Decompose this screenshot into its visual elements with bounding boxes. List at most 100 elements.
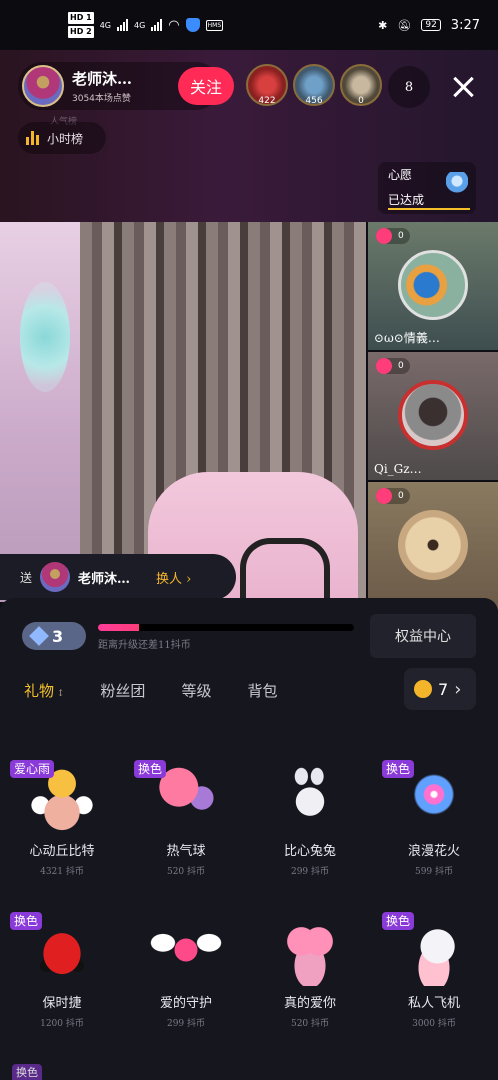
host-avatar[interactable]: [22, 65, 64, 107]
battery-icon: 92: [421, 19, 441, 31]
gift-name: 心动丘比特: [29, 844, 95, 859]
live-header: 老师沐… 3054本场点赞 关注 422 456 0 8 人气榜 小时榜 心愿 …: [0, 50, 498, 222]
hd-indicator: HD 1 HD 2: [68, 11, 94, 39]
gift-price: 299 抖币: [166, 1019, 206, 1029]
gift-count: 0: [398, 361, 404, 371]
live-video[interactable]: [0, 222, 366, 602]
tab-gifts[interactable]: 礼物: [24, 680, 64, 701]
viewer-avatar[interactable]: 0: [340, 64, 382, 106]
gift-item[interactable]: 爱心雨 心动丘比特 4321 抖币: [0, 756, 124, 906]
viewer-count-button[interactable]: 8: [388, 66, 430, 108]
rank-label: 小时榜: [47, 131, 84, 146]
recipient-avatar: [40, 562, 71, 592]
network-label-1: 4G: [99, 20, 111, 30]
love-wings-icon: [150, 914, 222, 986]
gift-item[interactable]: 换色 私人飞机 3000 抖币: [372, 908, 496, 1058]
gift-count: 0: [398, 491, 404, 501]
benefits-center-button[interactable]: 权益中心: [370, 614, 476, 658]
chevron-right-icon: ›: [454, 678, 462, 700]
host-likes: 3054本场点赞: [72, 94, 131, 104]
gift-price: 520 抖币: [290, 1019, 330, 1029]
gift-tag: 换色: [10, 912, 43, 930]
recipient-name: 老师沐…: [78, 571, 131, 587]
gift-count-badge: 0: [376, 488, 410, 504]
gift-price: 299 抖币: [290, 867, 330, 877]
gift-price: 1200 抖币: [40, 1019, 84, 1029]
gift-price: 3000 抖币: [412, 1019, 456, 1029]
clock: 3:27: [450, 17, 480, 33]
level-value: 3: [52, 626, 64, 646]
gift-icon: [376, 488, 392, 504]
viewer-score: 456: [305, 96, 323, 106]
gift-name: 爱的守护: [159, 996, 212, 1011]
video-chair-frame: [240, 538, 330, 598]
co-host-seat[interactable]: 0 Qi_Gz…: [368, 352, 498, 480]
host-name: 老师沐…: [72, 70, 133, 88]
co-host-avatar: [398, 510, 468, 580]
gift-name: 私人飞机: [407, 996, 460, 1011]
host-info[interactable]: 老师沐… 3054本场点赞 关注: [18, 62, 234, 110]
gift-tag: 换色: [134, 760, 167, 778]
gift-icon: [376, 228, 392, 244]
gift-tabs: 礼物 粉丝团 等级 背包: [24, 680, 277, 701]
tab-level[interactable]: 等级: [181, 680, 211, 701]
co-host-seat[interactable]: 0: [368, 482, 498, 610]
coin-balance: 7: [438, 679, 449, 699]
viewer-score: 0: [358, 96, 364, 106]
viewer-avatar[interactable]: 456: [293, 64, 335, 106]
send-to-bar: 送 老师沐… 换人 ›: [0, 554, 236, 600]
coin-balance-button[interactable]: 7 ›: [404, 668, 476, 710]
co-host-name: ⊙ω⊙情義…: [374, 331, 440, 345]
hd2-label: HD 2: [68, 26, 94, 38]
gift-name: 浪漫花火: [407, 844, 460, 859]
viewer-score: 422: [258, 96, 276, 106]
co-host-column: 0 ⊙ω⊙情義… 0 Qi_Gz… 0: [368, 222, 498, 610]
co-host-avatar: [398, 250, 468, 320]
status-bar: HD 1 HD 2 4G 4G ◠ HMS ✱ 🔕︎ 92 3:27: [0, 0, 498, 50]
gift-item[interactable]: 换色 浪漫花火 599 抖币: [372, 756, 496, 906]
gift-price: 599 抖币: [414, 867, 454, 877]
follow-button[interactable]: 关注: [178, 67, 234, 105]
gift-name: 保时捷: [42, 996, 82, 1011]
level-progress-fill: [98, 624, 139, 631]
gift-icon: [376, 358, 392, 374]
tab-fan-club[interactable]: 粉丝团: [100, 680, 145, 701]
switch-recipient-button[interactable]: 换人 ›: [156, 568, 191, 587]
rank-bars-icon: [26, 131, 39, 145]
rabbit-icon: [274, 762, 346, 834]
gift-price: 520 抖币: [166, 867, 206, 877]
gift-count-badge: 0: [376, 358, 410, 374]
heart-love-icon: [274, 914, 346, 986]
co-host-seat[interactable]: 0 ⊙ω⊙情義…: [368, 222, 498, 350]
gift-price: 4321 抖币: [40, 867, 84, 877]
wish-card[interactable]: 心愿 已达成: [378, 162, 476, 214]
video-wall: [0, 222, 80, 602]
co-host-name: Qi_Gz…: [374, 462, 422, 476]
gift-item[interactable]: 比心兔兔 299 抖币: [248, 756, 372, 906]
coin-icon: [414, 680, 432, 698]
gift-item[interactable]: 真的爱你 520 抖币: [248, 908, 372, 1058]
bluetooth-icon: ✱: [378, 18, 388, 32]
hourly-rank-button[interactable]: 小时榜: [18, 122, 106, 154]
gift-item[interactable]: 换色 热气球 520 抖币: [124, 756, 248, 906]
hd1-label: HD 1: [68, 12, 94, 24]
top-viewers: 422 456 0: [246, 64, 382, 106]
signal-icon-2: [151, 19, 163, 31]
gift-tag: 换色: [382, 760, 415, 778]
mute-icon: 🔕︎: [397, 18, 412, 32]
wifi-icon: ◠: [168, 17, 180, 33]
co-host-avatar: [398, 380, 468, 450]
close-icon[interactable]: [448, 72, 478, 102]
gift-count-badge: 0: [376, 228, 410, 244]
gift-name: 比心兔兔: [283, 844, 336, 859]
gift-name: 热气球: [166, 844, 206, 859]
user-level-badge[interactable]: 3: [22, 622, 86, 650]
network-label-2: 4G: [133, 20, 146, 30]
send-to-label: 送: [20, 570, 33, 585]
gift-item[interactable]: 爱的守护 299 抖币: [124, 908, 248, 1058]
level-progress-bar: [98, 624, 354, 631]
viewer-avatar[interactable]: 422: [246, 64, 288, 106]
gift-tag: 换色: [382, 912, 415, 930]
gift-item[interactable]: 换色 保时捷 1200 抖币: [0, 908, 124, 1058]
tab-backpack[interactable]: 背包: [247, 680, 277, 701]
